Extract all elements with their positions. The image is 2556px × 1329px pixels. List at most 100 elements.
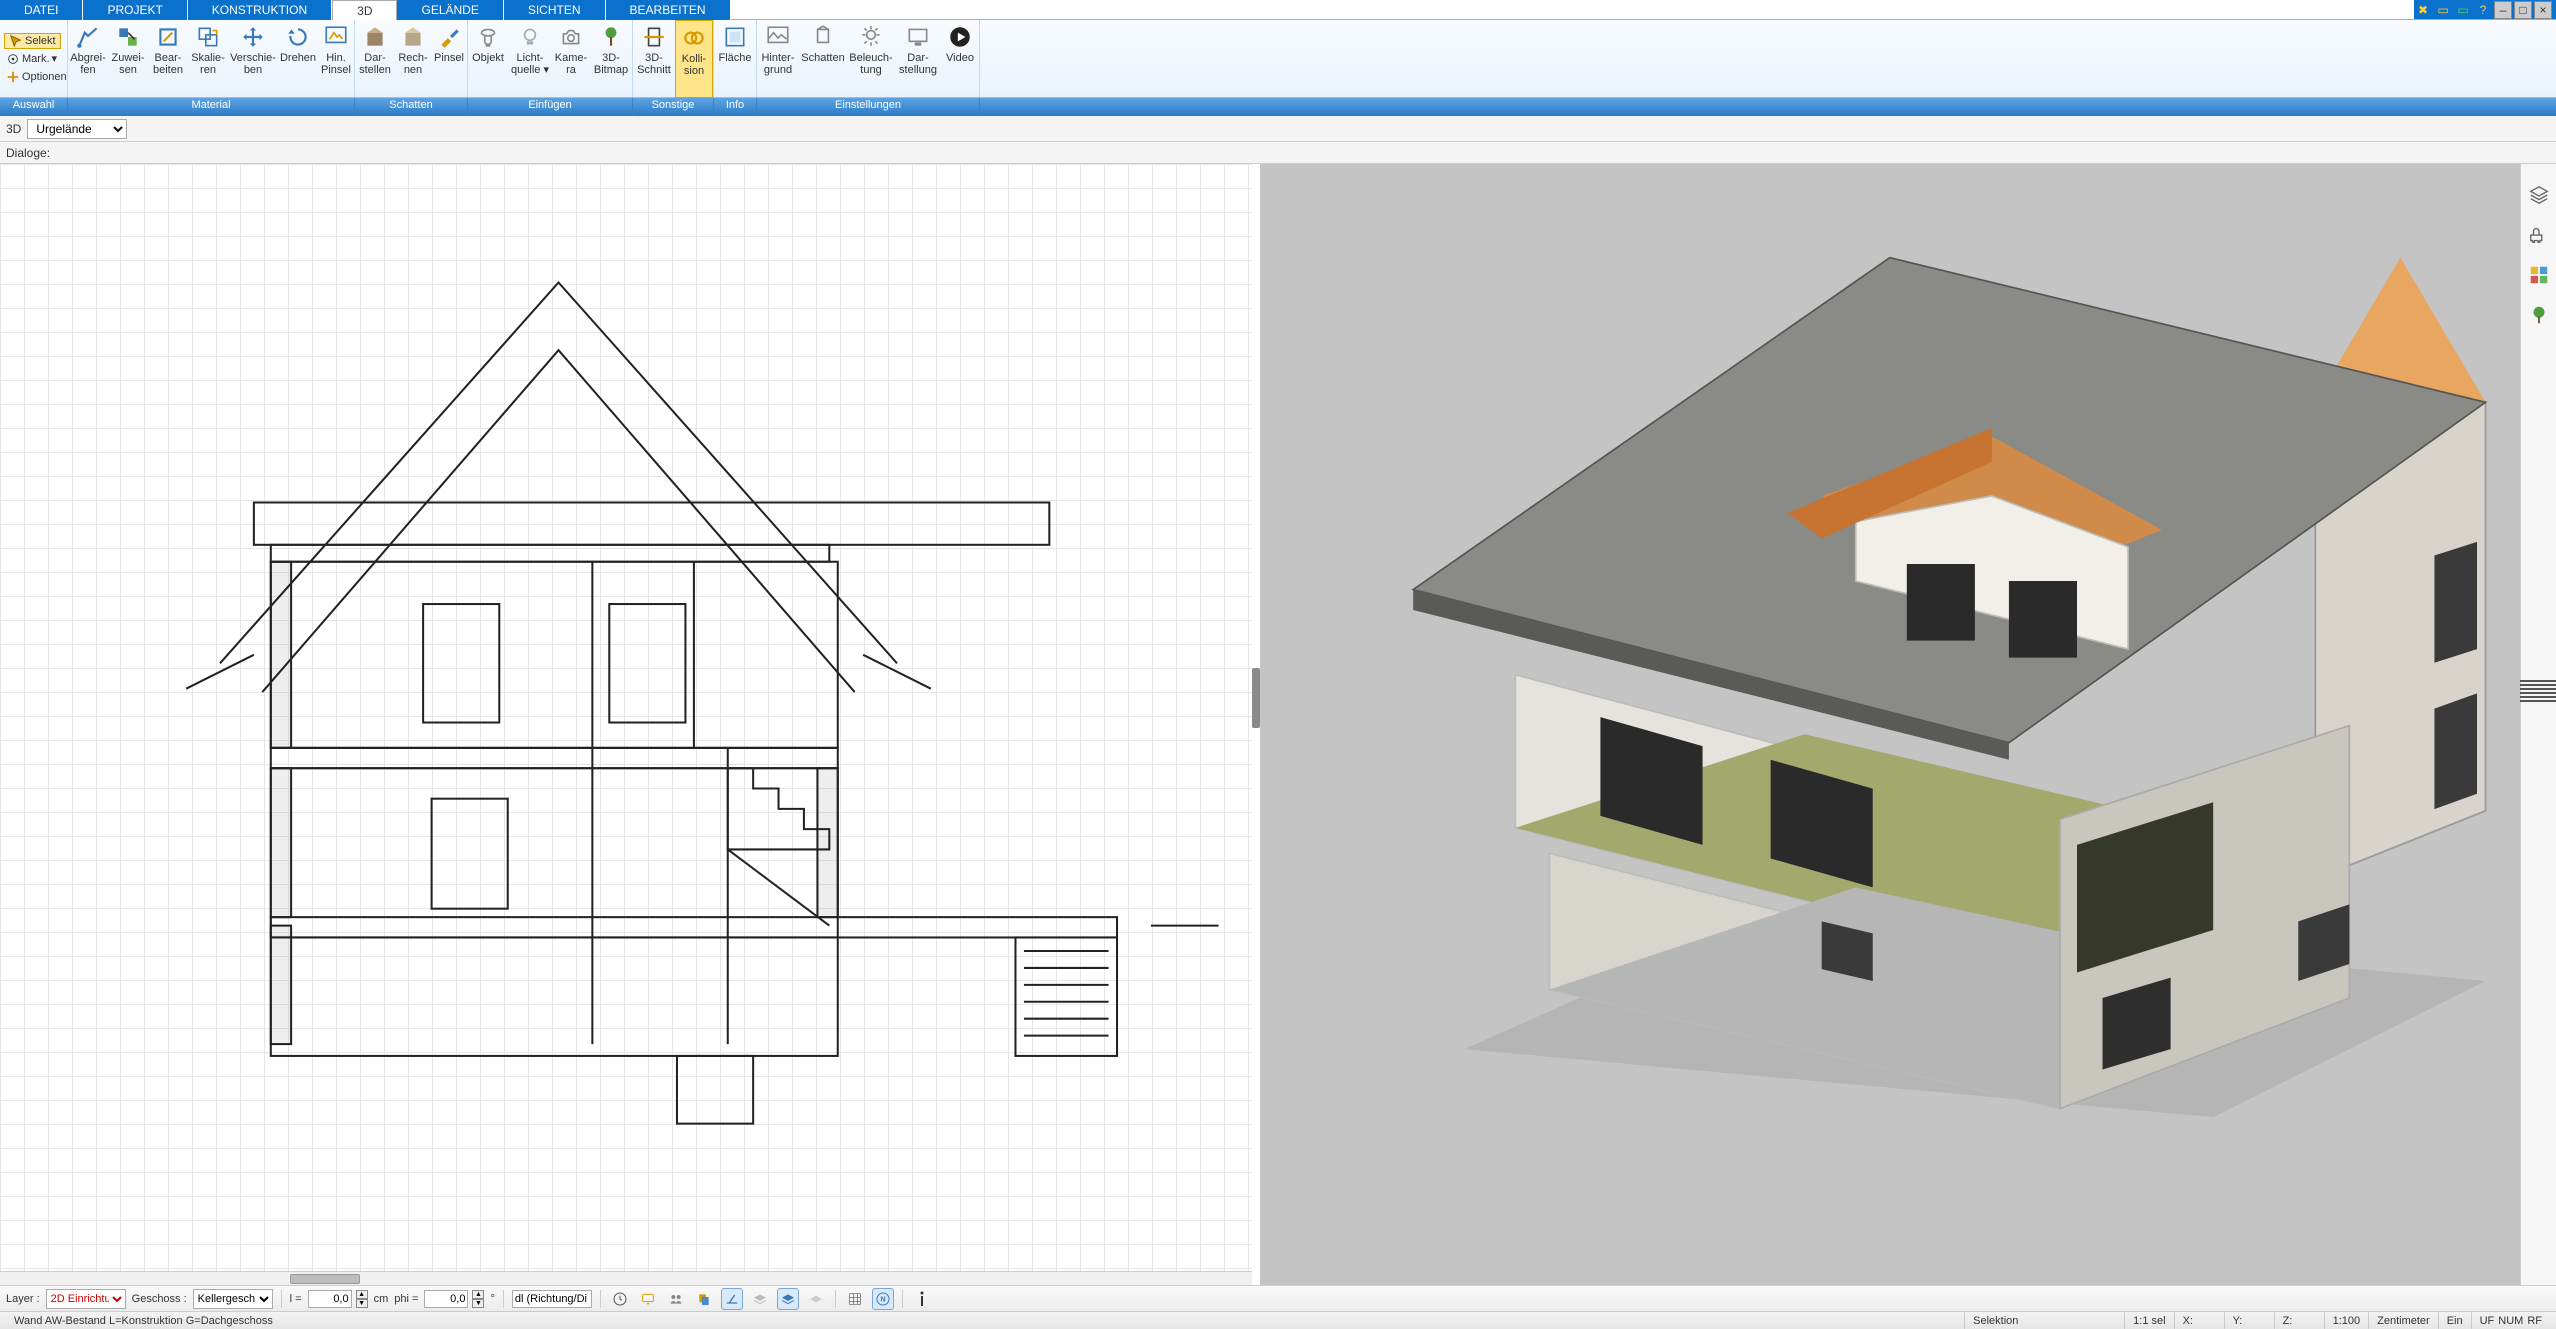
menu-tab-konstruktion[interactable]: KONSTRUKTION [188, 0, 332, 20]
layer-select[interactable]: 2D Einrichtu [46, 1289, 126, 1309]
l-input[interactable] [308, 1290, 352, 1308]
select-tool[interactable]: Selekt [4, 33, 61, 49]
group-label-sonstige: Sonstige [633, 98, 714, 116]
dl-box[interactable] [512, 1290, 592, 1308]
menu-tab-projekt[interactable]: PROJEKT [83, 0, 187, 20]
ribbon-flaeche-label: Fläche [718, 52, 751, 64]
ribbon-skalieren-button[interactable]: Skalie- ren [188, 20, 228, 98]
ribbon-lichtquelle-label: Licht- quelle ▾ [511, 52, 549, 76]
ribbon-bearbeiten-button[interactable]: Bear- beiten [148, 20, 188, 98]
abgreifen-icon [75, 24, 101, 50]
copy-icon[interactable] [693, 1288, 715, 1310]
l-label: l = [290, 1293, 302, 1305]
ribbon-verschieben-button[interactable]: Verschie- ben [228, 20, 278, 98]
menu-tab-bearbeiten[interactable]: BEARBEITEN [606, 0, 731, 20]
ribbon-video-button[interactable]: Video [941, 20, 979, 98]
status-ein: Ein [2439, 1312, 2472, 1329]
n-toggle-icon[interactable]: N [872, 1288, 894, 1310]
window-close-icon[interactable]: × [2534, 1, 2552, 19]
grid-toggle-icon[interactable] [844, 1288, 866, 1310]
ribbon-darstellung-button[interactable]: Dar- stellung [895, 20, 941, 98]
clock-icon[interactable] [609, 1288, 631, 1310]
tree-icon[interactable] [2526, 302, 2552, 328]
ribbon-hintergrund-label: Hinter- grund [761, 52, 794, 76]
ribbon-beleuchtung-button[interactable]: Beleuch- tung [847, 20, 895, 98]
menu-tab-datei[interactable]: DATEI [0, 0, 83, 20]
ribbon-zuweisen-button[interactable]: Zuwei- sen [108, 20, 148, 98]
ribbon-drehen-button[interactable]: Drehen [278, 20, 318, 98]
window-maximize-icon[interactable]: □ [2514, 1, 2532, 19]
ribbon-hinpinsel-button[interactable]: Hin. Pinsel [318, 20, 354, 98]
status-x: X: [2175, 1312, 2225, 1329]
window-minimize-icon[interactable]: – [2494, 1, 2512, 19]
layer-label: Layer : [6, 1293, 40, 1305]
video-icon [947, 24, 973, 50]
ribbon-hinpinsel-label: Hin. Pinsel [321, 52, 351, 76]
ribbon-3dschnitt-button[interactable]: 3D- Schnitt [633, 20, 675, 98]
group-label-info: Info [714, 98, 757, 116]
splitter-handle-icon[interactable] [1252, 668, 1260, 728]
ribbon-darstellen-button[interactable]: Dar- stellen [355, 20, 395, 98]
workspace [0, 164, 2556, 1285]
ribbon-rechnen-button[interactable]: Rech- nen [395, 20, 431, 98]
furniture-icon[interactable] [2526, 222, 2552, 248]
terrain-select[interactable]: Urgelände [27, 119, 127, 139]
status-sel-ratio: 1:1 sel [2125, 1312, 2174, 1329]
scrollbar-thumb[interactable] [290, 1274, 360, 1284]
titlebar-help-icon[interactable]: ? [2474, 1, 2492, 19]
titlebar-icons: ✖ ▭ ▭ ? – □ × [2414, 0, 2556, 19]
ribbon-objekt-button[interactable]: Objekt [468, 20, 508, 98]
ribbon-abgreifen-button[interactable]: Abgrei- fen [68, 20, 108, 98]
cursor-icon [9, 34, 23, 48]
ribbon-3dbitmap-label: 3D- Bitmap [594, 52, 628, 76]
ribbon-3dbitmap-button[interactable]: 3D- Bitmap [590, 20, 632, 98]
palette-icon[interactable] [2526, 262, 2552, 288]
ribbon-group-schatten: Dar- stellenRech- nenPinsel [355, 20, 468, 97]
l-spin-down[interactable]: ▼ [356, 1299, 368, 1308]
ribbon-kamera-button[interactable]: Kame- ra [552, 20, 590, 98]
group-label-einfuegen: Einfügen [468, 98, 633, 116]
floor-label: Geschoss : [132, 1293, 187, 1305]
menu-tab-sichten[interactable]: SICHTEN [504, 0, 606, 20]
ribbon-flaeche-button[interactable]: Fläche [714, 20, 756, 98]
menu-tab-gelände[interactable]: GELÄNDE [397, 0, 503, 20]
phi-spin-down[interactable]: ▼ [472, 1299, 484, 1308]
mark-tool[interactable]: Mark. ▾ [4, 52, 59, 66]
info-icon[interactable] [911, 1288, 933, 1310]
phi-input[interactable] [424, 1290, 468, 1308]
options-tool[interactable]: Optionen [4, 70, 69, 84]
menu-tab-3d[interactable]: 3D [332, 0, 397, 20]
ribbon-lichtquelle-button[interactable]: Licht- quelle ▾ [508, 20, 552, 98]
scrollbar-2d-horizontal[interactable] [0, 1271, 1252, 1285]
group-icon[interactable] [665, 1288, 687, 1310]
status-num: NUM [2496, 1312, 2525, 1329]
viewport-3d[interactable] [1260, 164, 2520, 1285]
layer2-icon[interactable] [777, 1288, 799, 1310]
ribbon-hintergrund-button[interactable]: Hinter- grund [757, 20, 799, 98]
ribbon-schatten2-button[interactable]: Schatten [799, 20, 847, 98]
layers-icon[interactable] [2526, 182, 2552, 208]
separator [600, 1290, 601, 1308]
phi-spin-up[interactable]: ▲ [472, 1290, 484, 1299]
screen-icon[interactable] [637, 1288, 659, 1310]
separator [503, 1290, 504, 1308]
status-unit: Zentimeter [2369, 1312, 2439, 1329]
ortho-icon[interactable] [721, 1288, 743, 1310]
floor-select[interactable]: Kellergesch [193, 1289, 273, 1309]
3dbitmap-icon [598, 24, 624, 50]
ribbon-kamera-label: Kame- ra [555, 52, 587, 76]
titlebar-screen2-icon[interactable]: ▭ [2454, 1, 2472, 19]
ribbon-kollision-button[interactable]: Kolli- sion [675, 20, 713, 98]
ribbon-pinsel-button[interactable]: Pinsel [431, 20, 467, 98]
dialoge-bar: Dialoge: [0, 142, 2556, 164]
viewport-2d[interactable] [0, 164, 1252, 1285]
layers-toggle-icon[interactable] [749, 1288, 771, 1310]
ribbon-selection-column: Selekt Mark. ▾ Optionen [0, 20, 68, 97]
side-toolbar-handle-icon[interactable] [2520, 680, 2556, 704]
titlebar-tool-icon[interactable]: ✖ [2414, 1, 2432, 19]
schatten2-icon [810, 24, 836, 50]
layer3-icon[interactable] [805, 1288, 827, 1310]
viewport-splitter[interactable] [1252, 164, 1260, 1285]
l-spin-up[interactable]: ▲ [356, 1290, 368, 1299]
titlebar-screen1-icon[interactable]: ▭ [2434, 1, 2452, 19]
